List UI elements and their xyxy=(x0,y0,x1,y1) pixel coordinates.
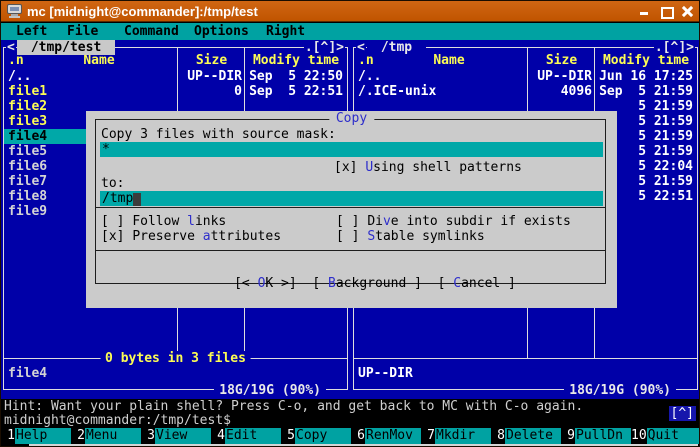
right-mini-status: UP--DIR xyxy=(358,366,413,381)
fkey-menu[interactable]: 2Menu xyxy=(71,428,141,444)
follow-links-checkbox[interactable]: [ ] Follow links xyxy=(101,214,226,229)
dialog-title: Copy xyxy=(329,111,374,126)
background-button[interactable]: [ Background ] xyxy=(312,276,422,291)
to-label: to: xyxy=(101,176,124,191)
panel-toggle-badge[interactable]: [^] xyxy=(669,406,696,421)
maximize-icon[interactable] xyxy=(660,5,673,18)
preserve-attributes-checkbox[interactable]: [x] Preserve attributes xyxy=(101,229,281,244)
right-column-size[interactable]: Size xyxy=(529,53,594,68)
ok-button[interactable]: [< OK >] xyxy=(234,276,297,291)
menu-left[interactable]: Left xyxy=(16,24,47,39)
close-icon[interactable] xyxy=(682,5,695,18)
left-column-size[interactable]: Size xyxy=(179,53,244,68)
right-column-name[interactable]: Name xyxy=(374,53,524,68)
hint-line: Hint: Want your plain shell? Press C-o, … xyxy=(4,399,583,414)
left-panel-history-back-icon[interactable]: < xyxy=(6,40,16,55)
stable-symlinks-checkbox[interactable]: [ ] Stable symlinks xyxy=(336,229,485,244)
fkey-delete[interactable]: 8Delete xyxy=(491,428,561,444)
window-titlebar[interactable]: mc [midnight@commander]:/tmp/test xyxy=(1,1,700,22)
menu-right[interactable]: Right xyxy=(266,24,305,39)
mc-window: mc [midnight@commander]:/tmp/test Left F… xyxy=(0,0,700,447)
menu-options[interactable]: Options xyxy=(194,24,249,39)
fkey-renmov[interactable]: 6RenMov xyxy=(351,428,421,444)
marked-files-summary: 0 bytes in 3 files xyxy=(100,351,251,366)
minimize-icon[interactable] xyxy=(638,5,651,18)
fkey-help[interactable]: 1Help xyxy=(1,428,71,444)
shell-patterns-checkbox[interactable]: [x] Using shell patterns xyxy=(334,160,522,175)
source-mask-input[interactable]: * xyxy=(100,142,603,157)
right-panel-path[interactable]: /tmp xyxy=(367,40,426,55)
dive-into-subdir-checkbox[interactable]: [ ] Dive into subdir if exists xyxy=(336,214,571,229)
copy-dialog: Copy Copy 3 files with source mask: * [x… xyxy=(86,111,617,308)
right-panel-history-back-icon[interactable]: < xyxy=(356,40,366,55)
menu-file[interactable]: File xyxy=(67,24,98,39)
menubar: Left File Command Options Right xyxy=(1,23,700,40)
right-sort-indicator[interactable]: .n xyxy=(358,53,374,68)
fkey-quit[interactable]: 10Quit xyxy=(631,428,700,444)
left-mini-status: file4 xyxy=(8,366,47,381)
fkey-copy[interactable]: 5Copy xyxy=(281,428,351,444)
text-cursor xyxy=(133,193,141,206)
left-column-mtime[interactable]: Modify time xyxy=(246,53,346,68)
right-panel-up-icon[interactable]: .[^]> xyxy=(654,40,695,55)
left-disk-usage: 18G/19G (90%) xyxy=(214,383,326,398)
fkey-edit[interactable]: 4Edit xyxy=(211,428,281,444)
file-row[interactable]: file10Sep 5 22:51 xyxy=(4,84,347,99)
destination-input[interactable]: /tmp xyxy=(100,191,603,206)
menu-command[interactable]: Command xyxy=(124,24,179,39)
file-row[interactable]: /..UP--DIRJun 16 17:25 xyxy=(354,69,697,84)
terminal-app-icon xyxy=(7,4,23,18)
left-sort-indicator[interactable]: .n xyxy=(8,53,24,68)
fkey-view[interactable]: 3View xyxy=(141,428,211,444)
window-title: mc [midnight@commander]:/tmp/test xyxy=(27,3,258,20)
cancel-button[interactable]: [ Cancel ] xyxy=(438,276,516,291)
right-column-mtime[interactable]: Modify time xyxy=(596,53,696,68)
fkey-pulldn[interactable]: 9PullDn xyxy=(561,428,631,444)
file-row[interactable]: /..UP--DIRSep 5 22:50 xyxy=(4,69,347,84)
fkey-mkdir[interactable]: 7Mkdir xyxy=(421,428,491,444)
shell-prompt-line[interactable]: midnight@commander:/tmp/test$ xyxy=(4,413,231,428)
file-row[interactable]: /.ICE-unix4096Sep 5 21:59 xyxy=(354,84,697,99)
right-disk-usage: 18G/19G (90%) xyxy=(564,383,676,398)
copy-prompt: Copy 3 files with source mask: xyxy=(101,127,336,142)
function-key-bar: 1Help 2Menu 3View 4Edit 5Copy 6RenMov 7M… xyxy=(1,428,700,444)
left-column-name[interactable]: Name xyxy=(24,53,174,68)
left-panel-up-icon[interactable]: .[^]> xyxy=(304,40,345,55)
left-panel-path[interactable]: /tmp/test xyxy=(17,40,115,55)
